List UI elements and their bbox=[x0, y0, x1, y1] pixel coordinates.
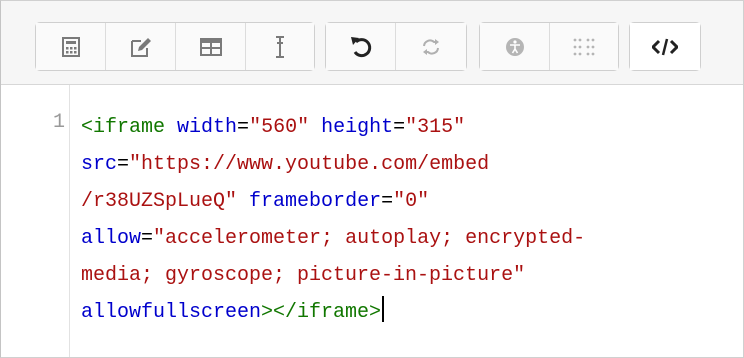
code-equals: = bbox=[393, 116, 406, 139]
edit-button[interactable] bbox=[106, 23, 176, 70]
screenreader-button[interactable] bbox=[550, 23, 618, 70]
line-number: 1 bbox=[52, 111, 65, 134]
code-line: <iframe width="560" height="315" bbox=[81, 109, 736, 146]
code-attribute: width bbox=[177, 116, 238, 139]
text-cursor-icon bbox=[276, 35, 284, 58]
code-attribute: allowfullscreen bbox=[81, 301, 262, 324]
code-string: "560" bbox=[249, 116, 310, 139]
code-string: /r38UZSpLueQ" bbox=[81, 190, 238, 213]
accessibility-button[interactable] bbox=[480, 23, 550, 70]
code-line: /r38UZSpLueQ" frameborder="0" bbox=[81, 183, 736, 220]
editor-frame: 1 <iframe width="560" height="315" src="… bbox=[0, 0, 744, 358]
code-area[interactable]: <iframe width="560" height="315" src="ht… bbox=[81, 109, 736, 331]
redo-button[interactable] bbox=[396, 23, 466, 70]
code-string: media; gyroscope; picture-in-picture" bbox=[81, 264, 526, 287]
braille-icon bbox=[573, 38, 595, 55]
code-equals: = bbox=[141, 227, 154, 250]
redo-icon bbox=[423, 38, 439, 55]
editor-toolbar bbox=[1, 1, 743, 85]
toolbar-group-history bbox=[325, 22, 467, 71]
code-attribute: height bbox=[321, 116, 394, 139]
code-string: "315" bbox=[405, 116, 466, 139]
equation-button[interactable] bbox=[36, 23, 106, 70]
undo-icon bbox=[350, 36, 371, 57]
line-gutter: 1 bbox=[1, 85, 70, 357]
code-string: "accelerometer; autoplay; encrypted- bbox=[153, 227, 586, 250]
code-line: allowfullscreen></iframe> bbox=[81, 294, 736, 331]
text-cursor bbox=[382, 296, 385, 322]
code-equals: = bbox=[237, 116, 250, 139]
table-button[interactable] bbox=[176, 23, 246, 70]
code-attribute: frameborder bbox=[249, 190, 382, 213]
code-string: "https://www.youtube.com/embed bbox=[129, 153, 490, 176]
html-code-icon bbox=[652, 38, 678, 55]
edit-icon bbox=[130, 37, 151, 57]
html-source-button[interactable] bbox=[630, 23, 700, 70]
calculator-icon bbox=[61, 36, 80, 57]
code-line: allow="accelerometer; autoplay; encrypte… bbox=[81, 220, 736, 257]
table-icon bbox=[199, 37, 222, 56]
code-attribute: src bbox=[81, 153, 118, 176]
toolbar-group-accessibility bbox=[479, 22, 619, 71]
code-equals: = bbox=[117, 153, 130, 176]
code-tag: ></iframe> bbox=[261, 301, 382, 324]
code-attribute: allow bbox=[81, 227, 142, 250]
toolbar-group-insert bbox=[35, 22, 315, 71]
undo-button[interactable] bbox=[326, 23, 396, 70]
code-string: "0" bbox=[393, 190, 430, 213]
toolbar-group-html bbox=[629, 22, 701, 71]
accessibility-icon bbox=[505, 37, 524, 56]
code-editor[interactable]: 1 <iframe width="560" height="315" src="… bbox=[1, 85, 743, 357]
clear-format-button[interactable] bbox=[246, 23, 314, 70]
code-equals: = bbox=[381, 190, 394, 213]
code-line: src="https://www.youtube.com/embed bbox=[81, 146, 736, 183]
code-line: media; gyroscope; picture-in-picture" bbox=[81, 257, 736, 294]
code-tag: <iframe bbox=[81, 116, 166, 139]
